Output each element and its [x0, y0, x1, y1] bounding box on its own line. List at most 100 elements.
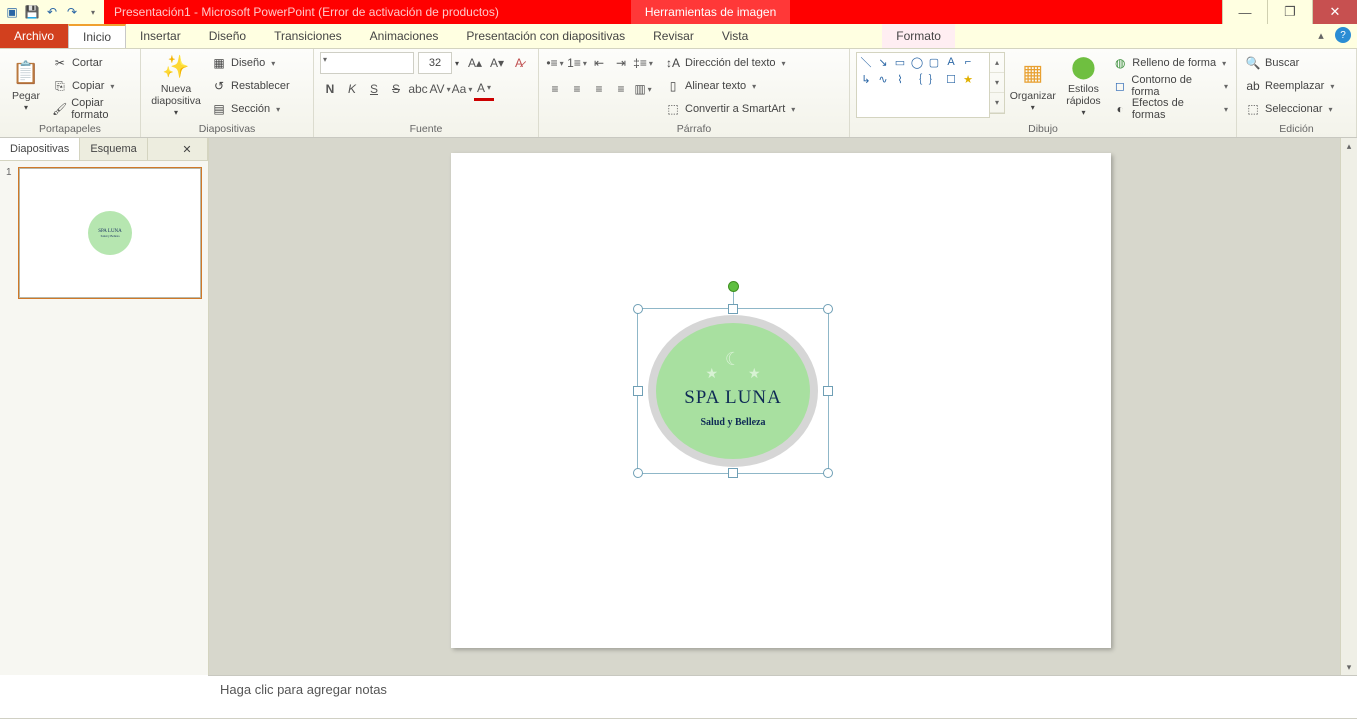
qat-customize-icon[interactable]: [84, 4, 100, 20]
shape-rect-icon[interactable]: ▭: [893, 55, 907, 69]
clear-format-button[interactable]: A̷: [509, 53, 529, 73]
shape-connector-icon[interactable]: ⌐: [961, 55, 975, 69]
tab-file[interactable]: Archivo: [0, 24, 68, 48]
shapes-gallery-scroll[interactable]: ▴▾▾: [990, 52, 1005, 114]
shape-brace2-icon[interactable]: ｝: [927, 72, 941, 86]
tab-home[interactable]: Inicio: [68, 24, 126, 48]
shadow-button[interactable]: abc: [408, 79, 428, 99]
scroll-up-icon[interactable]: ▴: [1341, 138, 1357, 154]
tab-review[interactable]: Revisar: [639, 24, 708, 48]
columns-button[interactable]: ▥: [633, 79, 653, 99]
tab-slideshow[interactable]: Presentación con diapositivas: [452, 24, 639, 48]
numbering-button[interactable]: 1≡: [567, 53, 587, 73]
line-spacing-button[interactable]: ‡≡: [633, 53, 653, 73]
dec-indent-button[interactable]: ⇤: [589, 53, 609, 73]
resize-handle-s[interactable]: [728, 468, 738, 478]
rotation-handle[interactable]: [728, 281, 739, 292]
replace-button[interactable]: abReemplazar: [1243, 75, 1336, 97]
selection-box[interactable]: ☾ ★★ SPA LUNA Salud y Belleza: [637, 308, 829, 474]
reset-button[interactable]: ↺Restablecer: [209, 75, 292, 97]
copy-icon: ⎘: [52, 78, 68, 94]
shape-curve-icon[interactable]: ∿: [876, 72, 890, 86]
change-case-button[interactable]: Aa: [452, 79, 472, 99]
underline-button[interactable]: S: [364, 79, 384, 99]
vertical-scrollbar[interactable]: ▴ ▾: [1340, 138, 1357, 675]
align-text-button[interactable]: ▯Alinear texto: [663, 75, 797, 97]
italic-button[interactable]: K: [342, 79, 362, 99]
slides-panel: Diapositivas Esquema ✕ 1 SPA LUNA Salud …: [0, 138, 209, 675]
shape-text-icon[interactable]: A: [944, 55, 958, 69]
justify-button[interactable]: ≡: [611, 79, 631, 99]
find-button[interactable]: 🔍Buscar: [1243, 52, 1336, 74]
smartart-button[interactable]: ⬚Convertir a SmartArt: [663, 98, 797, 120]
align-center-button[interactable]: ≡: [567, 79, 587, 99]
tab-design[interactable]: Diseño: [195, 24, 260, 48]
close-button[interactable]: ✕: [1312, 0, 1357, 24]
layout-icon: ▦: [211, 55, 227, 71]
scroll-down-icon[interactable]: ▾: [1341, 659, 1357, 675]
minimize-ribbon-icon[interactable]: ▴: [1313, 27, 1329, 43]
save-icon[interactable]: 💾: [24, 4, 40, 20]
resize-handle-w[interactable]: [633, 386, 643, 396]
new-slide-button[interactable]: ✨ Nueva diapositiva ▾: [147, 52, 205, 118]
quick-styles-button[interactable]: ⬤ Estilos rápidos▾: [1061, 52, 1107, 118]
resize-handle-sw[interactable]: [633, 468, 643, 478]
resize-handle-n[interactable]: [728, 304, 738, 314]
shape-arrow-icon[interactable]: ↘: [876, 55, 890, 69]
shape-fill-button[interactable]: ◍Relleno de forma: [1110, 52, 1230, 74]
font-color-button[interactable]: A: [474, 78, 494, 101]
inc-indent-button[interactable]: ⇥: [611, 53, 631, 73]
shape-effects-button[interactable]: ◐Efectos de formas: [1110, 98, 1230, 120]
tab-format[interactable]: Formato: [882, 24, 955, 48]
tab-animations[interactable]: Animaciones: [356, 24, 453, 48]
cut-button[interactable]: ✂Cortar: [50, 52, 134, 74]
format-painter-button[interactable]: 🖌Copiar formato: [50, 98, 134, 120]
font-size-combo[interactable]: 32: [418, 52, 452, 74]
select-button[interactable]: ⬚Seleccionar: [1243, 98, 1336, 120]
tab-view[interactable]: Vista: [708, 24, 762, 48]
redo-icon[interactable]: ↷: [64, 4, 80, 20]
strike-button[interactable]: S: [386, 79, 406, 99]
panel-close-button[interactable]: ✕: [167, 138, 208, 160]
panel-tab-slides[interactable]: Diapositivas: [0, 138, 80, 160]
panel-tab-outline[interactable]: Esquema: [80, 138, 147, 160]
shapes-gallery[interactable]: ＼↘▭◯▢A⌐ ↳∿⌇｛｝☐★: [856, 52, 990, 118]
resize-handle-se[interactable]: [823, 468, 833, 478]
shape-callout-icon[interactable]: ☐: [944, 72, 958, 86]
text-direction-button[interactable]: ↕ADirección del texto: [663, 52, 797, 74]
bold-button[interactable]: N: [320, 79, 340, 99]
copy-button[interactable]: ⎘Copiar: [50, 75, 134, 97]
align-left-button[interactable]: ≡: [545, 79, 565, 99]
resize-handle-nw[interactable]: [633, 304, 643, 314]
shape-star-icon[interactable]: ★: [961, 72, 975, 86]
shape-outline-button[interactable]: ◻Contorno de forma: [1110, 75, 1230, 97]
shape-line-icon[interactable]: ＼: [859, 55, 873, 69]
font-name-combo[interactable]: [320, 52, 414, 74]
shape-freeform-icon[interactable]: ⌇: [893, 72, 907, 86]
shape-brace-icon[interactable]: ｛: [910, 72, 924, 86]
notes-pane[interactable]: Haga clic para agregar notas: [208, 675, 1357, 718]
section-button[interactable]: ▤Sección: [209, 98, 292, 120]
resize-handle-ne[interactable]: [823, 304, 833, 314]
undo-icon[interactable]: ↶: [44, 4, 60, 20]
arrange-button[interactable]: ▦ Organizar▾: [1009, 52, 1057, 118]
maximize-button[interactable]: ❐: [1267, 0, 1312, 24]
resize-handle-e[interactable]: [823, 386, 833, 396]
layout-button[interactable]: ▦Diseño: [209, 52, 292, 74]
tab-transitions[interactable]: Transiciones: [260, 24, 356, 48]
tab-insert[interactable]: Insertar: [126, 24, 195, 48]
align-right-button[interactable]: ≡: [589, 79, 609, 99]
help-icon[interactable]: ?: [1335, 27, 1351, 43]
logo-image[interactable]: ☾ ★★ SPA LUNA Salud y Belleza: [648, 315, 818, 467]
slide-thumbnail[interactable]: SPA LUNA Salud y Belleza: [18, 167, 202, 299]
paste-button[interactable]: 📋 Pegar ▾: [6, 52, 46, 118]
grow-font-button[interactable]: A▴: [465, 53, 485, 73]
shape-roundrect-icon[interactable]: ▢: [927, 55, 941, 69]
shrink-font-button[interactable]: A▾: [487, 53, 507, 73]
shape-elbow-icon[interactable]: ↳: [859, 72, 873, 86]
reset-icon: ↺: [211, 78, 227, 94]
bullets-button[interactable]: •≡: [545, 53, 565, 73]
shape-ellipse-icon[interactable]: ◯: [910, 55, 924, 69]
minimize-button[interactable]: —: [1222, 0, 1267, 24]
char-spacing-button[interactable]: AV: [430, 79, 450, 99]
